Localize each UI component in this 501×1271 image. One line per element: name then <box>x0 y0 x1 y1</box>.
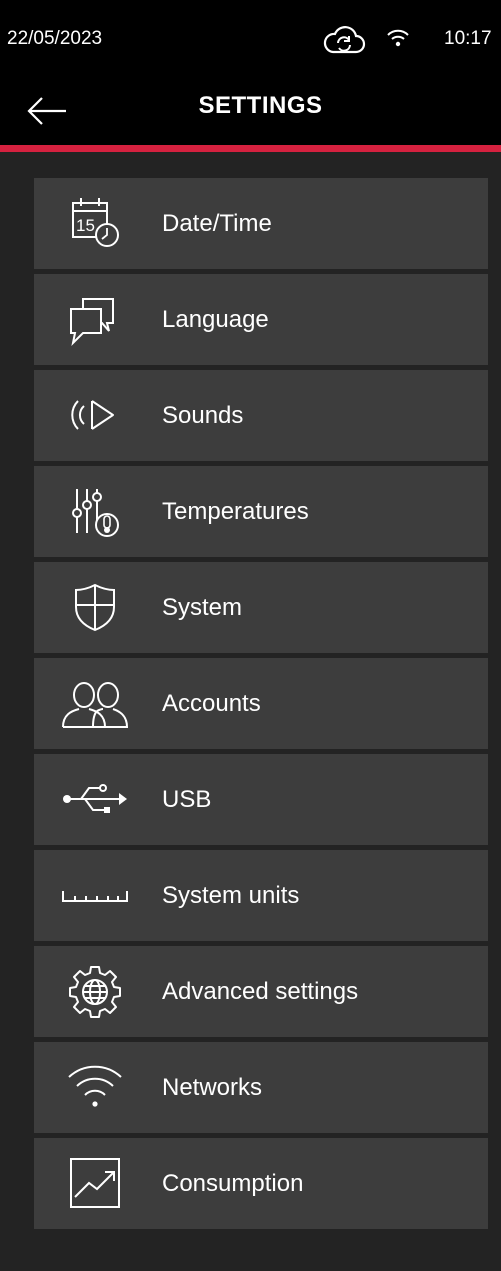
menu-item-accounts[interactable]: Accounts <box>34 658 488 749</box>
usb-icon <box>50 764 140 834</box>
menu-item-label: Temperatures <box>162 498 309 525</box>
chart-trend-icon <box>50 1148 140 1218</box>
menu-item-label: System units <box>162 882 300 909</box>
menu-item-temperatures[interactable]: Temperatures <box>34 466 488 557</box>
speaker-icon <box>50 380 140 450</box>
menu-item-label: System <box>162 594 243 621</box>
menu-item-label: Accounts <box>162 690 261 717</box>
accent-divider <box>0 145 501 152</box>
settings-screen: 22/05/2023 10:17 SETTINGS 15 Date/Time L… <box>0 0 501 1271</box>
wifi-icon <box>386 26 410 50</box>
menu-item-label: Networks <box>162 1074 263 1101</box>
menu-item-label: Sounds <box>162 402 244 429</box>
menu-item-label: Consumption <box>162 1170 304 1197</box>
settings-menu: 15 Date/Time Language Sounds Temperature… <box>34 178 488 1234</box>
sliders-thermometer-icon <box>50 476 140 546</box>
cloud-sync-icon <box>320 22 368 58</box>
menu-item-language[interactable]: Language <box>34 274 488 365</box>
menu-item-advanced-settings[interactable]: Advanced settings <box>34 946 488 1037</box>
menu-item-networks[interactable]: Networks <box>34 1042 488 1133</box>
users-icon <box>50 668 140 738</box>
menu-item-system-units[interactable]: System units <box>34 850 488 941</box>
page-title: SETTINGS <box>198 92 323 119</box>
calendar-clock-icon: 15 <box>50 188 140 258</box>
shield-icon <box>50 572 140 642</box>
status-time: 10:17 <box>444 28 492 49</box>
wifi-icon <box>50 1052 140 1122</box>
title-bar: SETTINGS <box>0 78 501 145</box>
status-bar: 22/05/2023 10:17 <box>0 0 501 78</box>
gear-globe-icon <box>50 956 140 1026</box>
ruler-icon <box>50 860 140 930</box>
menu-item-usb[interactable]: USB <box>34 754 488 845</box>
menu-item-label: USB <box>162 786 212 813</box>
menu-item-label: Date/Time <box>162 210 272 237</box>
menu-item-sounds[interactable]: Sounds <box>34 370 488 461</box>
svg-text:15: 15 <box>76 216 95 235</box>
menu-item-date-time[interactable]: 15 Date/Time <box>34 178 488 269</box>
menu-item-label: Language <box>162 306 269 333</box>
status-date: 22/05/2023 <box>7 28 103 49</box>
menu-item-system[interactable]: System <box>34 562 488 653</box>
menu-item-label: Advanced settings <box>162 978 359 1005</box>
menu-item-consumption[interactable]: Consumption <box>34 1138 488 1229</box>
chat-bubbles-icon <box>50 284 140 354</box>
